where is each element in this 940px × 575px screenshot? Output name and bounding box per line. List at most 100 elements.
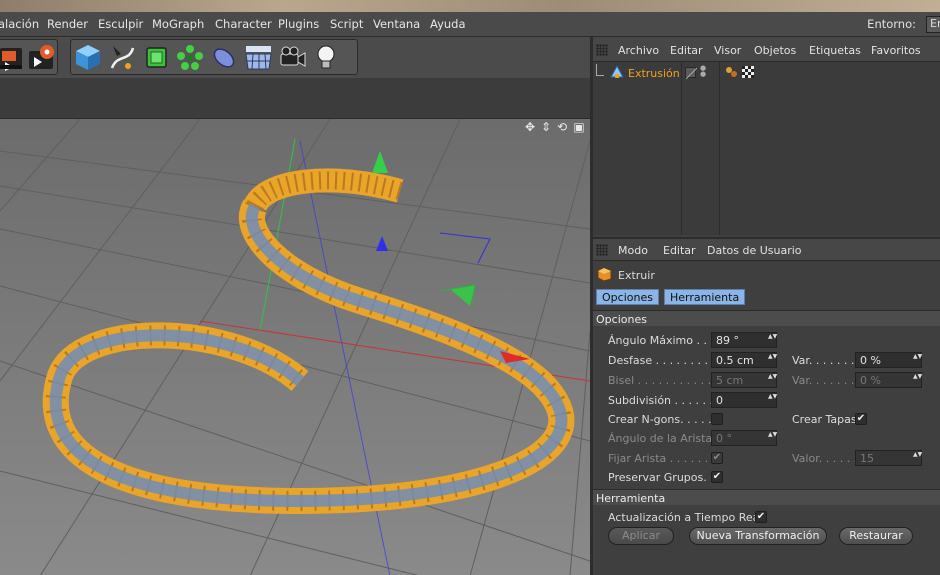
main-toolbar xyxy=(0,37,590,78)
render-view-icon[interactable] xyxy=(0,42,28,73)
valor-field[interactable]: 15 ▲▼ xyxy=(855,450,922,466)
render-settings-icon[interactable] xyxy=(27,42,58,73)
om-menu-visor[interactable]: Visor xyxy=(714,44,741,57)
tab-opciones[interactable]: Opciones xyxy=(596,289,659,305)
attribute-manager: Modo Editar Datos de Usuario Extruir Opc… xyxy=(593,237,940,575)
menu-plugins[interactable]: Plugins xyxy=(278,17,319,31)
grip-icon[interactable] xyxy=(596,244,608,256)
window-top-strip xyxy=(0,0,940,12)
spin-arrows-icon[interactable]: ▲▼ xyxy=(913,374,922,386)
menu-esculpir[interactable]: Esculpir xyxy=(98,17,143,31)
crear-tapas-label: Crear Tapas xyxy=(792,413,857,426)
var-bevel-field[interactable]: 0 % ▲▼ xyxy=(855,372,922,388)
realtime-update-label: Actualización a Tiempo Real xyxy=(608,511,763,524)
menu-script[interactable]: Script xyxy=(330,17,363,31)
section-opciones: Opciones xyxy=(593,310,940,326)
bisel-value: 5 cm xyxy=(716,374,744,387)
cloner-icon[interactable] xyxy=(175,42,206,73)
object-name-extrusion[interactable]: Extrusión xyxy=(628,67,680,80)
crear-tapas-checkbox[interactable]: ✔ xyxy=(855,413,867,425)
3d-viewport[interactable] xyxy=(0,118,590,575)
environment-label: Entorno: xyxy=(867,17,916,31)
angulo-arista-label: Ángulo de la Arista xyxy=(608,432,713,445)
var-offset-value: 0 % xyxy=(860,354,881,367)
object-tool-group xyxy=(70,39,358,75)
menu-simulacion[interactable]: alación xyxy=(0,17,39,31)
menu-ayuda[interactable]: Ayuda xyxy=(430,17,466,31)
bisel-label: Bisel . . . . . . . . . . . xyxy=(608,374,712,387)
object-manager: Archivo Editar Visor Objetos Etiquetas F… xyxy=(593,37,940,235)
extrude-tool-icon xyxy=(597,267,612,282)
var-offset-label: Var. . . . . . . . xyxy=(792,354,862,367)
om-menu-editar[interactable]: Editar xyxy=(670,44,703,57)
apply-button[interactable]: Aplicar xyxy=(608,527,674,545)
menu-ventana[interactable]: Ventana xyxy=(373,17,420,31)
om-menu-objetos[interactable]: Objetos xyxy=(754,44,796,57)
environment-select[interactable]: En xyxy=(926,16,940,33)
subdivision-icon[interactable] xyxy=(141,42,172,73)
angulo-maximo-label: Ángulo Máximo . . . . xyxy=(608,334,721,347)
deformer-icon[interactable] xyxy=(209,42,240,73)
light-icon[interactable] xyxy=(311,42,342,73)
extrude-object-icon[interactable] xyxy=(610,64,624,79)
om-menu-favoritos[interactable]: Favoritos xyxy=(871,44,921,57)
menu-mograph[interactable]: MoGraph xyxy=(152,17,204,31)
render-tool-group xyxy=(0,39,58,75)
bisel-field[interactable]: 5 cm ▲▼ xyxy=(711,372,777,388)
toolbar-spacer xyxy=(0,78,590,118)
angulo-maximo-value: 89 ° xyxy=(716,334,739,347)
menubar: alación Render Esculpir MoGraph Characte… xyxy=(0,12,940,37)
am-menu-editar[interactable]: Editar xyxy=(663,244,696,257)
render-visibility-icon[interactable]: ● ● xyxy=(700,65,706,79)
phong-tag-icon[interactable] xyxy=(742,66,754,78)
spin-arrows-icon[interactable]: ▲▼ xyxy=(768,354,777,366)
viewport-maximize-icon[interactable]: ▣ xyxy=(572,120,586,134)
spin-arrows-icon[interactable]: ▲▼ xyxy=(913,354,922,366)
visibility-editor-icon[interactable] xyxy=(685,67,698,80)
camera-icon[interactable] xyxy=(277,42,308,73)
floor-icon[interactable] xyxy=(243,42,274,73)
menu-character[interactable]: Character xyxy=(215,17,272,31)
tab-herramienta[interactable]: Herramienta xyxy=(664,289,746,305)
spin-arrows-icon[interactable]: ▲▼ xyxy=(768,374,777,386)
crear-ngons-label: Crear N-gons. . . . . xyxy=(608,413,712,426)
am-menu-datos-usuario[interactable]: Datos de Usuario xyxy=(707,244,802,257)
var-bevel-value: 0 % xyxy=(860,374,881,387)
viewport-move-icon[interactable]: ✥ xyxy=(523,120,537,134)
om-menu-archivo[interactable]: Archivo xyxy=(618,44,659,57)
desfase-field[interactable]: 0.5 cm ▲▼ xyxy=(711,352,777,368)
pen-spline-icon[interactable] xyxy=(107,42,138,73)
am-menu-modo[interactable]: Modo xyxy=(618,244,648,257)
subdivision-value: 0 xyxy=(716,394,723,407)
realtime-update-checkbox[interactable]: ✔ xyxy=(755,511,767,523)
attribute-manager-menubar: Modo Editar Datos de Usuario xyxy=(593,239,940,261)
viewport-zoom-icon[interactable]: ⇕ xyxy=(539,120,553,134)
angulo-arista-field[interactable]: 0 ° ▲▼ xyxy=(711,430,777,446)
fijar-arista-label: Fijar Arista . . . . . . xyxy=(608,452,709,465)
valor-label: Valor. . . . . . . xyxy=(792,452,865,465)
cube-icon[interactable] xyxy=(73,42,104,73)
preservar-grupos-checkbox[interactable]: ✔ xyxy=(711,471,723,483)
spin-arrows-icon[interactable]: ▲▼ xyxy=(768,394,777,406)
object-manager-menubar: Archivo Editar Visor Objetos Etiquetas F… xyxy=(593,37,940,62)
subdivision-field[interactable]: 0 ▲▼ xyxy=(711,392,777,408)
fijar-arista-checkbox[interactable]: ✔ xyxy=(711,452,723,464)
spin-arrows-icon[interactable]: ▲▼ xyxy=(768,432,777,444)
viewport-rotate-icon[interactable]: ⟲ xyxy=(555,120,569,134)
desfase-value: 0.5 cm xyxy=(716,354,754,367)
var-bevel-label: Var. . . . . . . . xyxy=(792,374,862,387)
tag-icon[interactable] xyxy=(725,66,737,78)
var-offset-field[interactable]: 0 % ▲▼ xyxy=(855,352,922,368)
crear-ngons-checkbox[interactable] xyxy=(711,413,723,425)
angulo-maximo-field[interactable]: 89 ° ▲▼ xyxy=(711,332,777,348)
valor-value: 15 xyxy=(860,452,874,465)
grip-icon[interactable] xyxy=(596,44,608,56)
spin-arrows-icon[interactable]: ▲▼ xyxy=(913,452,922,464)
spin-arrows-icon[interactable]: ▲▼ xyxy=(768,334,777,346)
tree-line-icon xyxy=(596,64,604,76)
restore-button[interactable]: Restaurar xyxy=(839,527,913,545)
new-transform-button[interactable]: Nueva Transformación xyxy=(689,527,827,545)
tool-title: Extruir xyxy=(618,269,655,282)
menu-render[interactable]: Render xyxy=(47,17,88,31)
om-menu-etiquetas[interactable]: Etiquetas xyxy=(809,44,861,57)
